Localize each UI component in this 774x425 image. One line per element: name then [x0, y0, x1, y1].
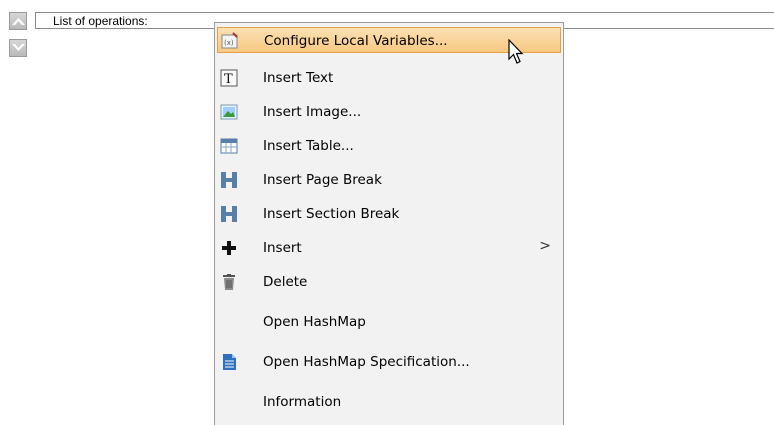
plus-icon: [222, 241, 236, 255]
menu-item-insert-image[interactable]: Insert Image...: [217, 99, 561, 125]
menu-item-label: Insert Image...: [263, 104, 362, 120]
section-break-icon: [221, 206, 237, 222]
menu-item-insert-text[interactable]: T Insert Text: [217, 65, 561, 91]
table-icon: [220, 138, 238, 154]
menu-item-open-hashmap-specification[interactable]: Open HashMap Specification...: [217, 349, 561, 375]
submenu-arrow-icon: >: [539, 238, 551, 254]
mouse-cursor-icon: [508, 39, 524, 64]
menu-item-label: Open HashMap Specification...: [263, 354, 470, 370]
operations-list-label: List of operations:: [53, 14, 148, 28]
svg-text:T: T: [224, 72, 233, 87]
menu-item-label: Information: [263, 394, 342, 410]
menu-item-label: Open HashMap: [263, 314, 366, 330]
menu-item-open-hashmap[interactable]: Open HashMap: [217, 309, 561, 335]
variables-icon: (x): [221, 32, 238, 49]
image-icon: [220, 104, 238, 120]
chevron-down-icon: [12, 44, 25, 51]
menu-item-label: Insert Table...: [263, 138, 354, 154]
trash-icon: [223, 274, 235, 290]
menu-item-insert-section-break[interactable]: Insert Section Break: [217, 201, 561, 227]
menu-item-label: Insert: [263, 240, 302, 256]
menu-item-insert[interactable]: Insert >: [217, 235, 561, 261]
menu-item-insert-page-break[interactable]: Insert Page Break: [217, 167, 561, 193]
menu-item-label: Insert Page Break: [263, 172, 382, 188]
move-up-button[interactable]: [9, 12, 27, 30]
menu-item-information[interactable]: Information: [217, 389, 561, 415]
move-down-button[interactable]: [9, 39, 27, 57]
menu-item-insert-table[interactable]: Insert Table...: [217, 133, 561, 159]
menu-item-label: Insert Text: [263, 70, 334, 86]
context-menu: (x) Configure Local Variables... T Inser…: [214, 22, 564, 425]
text-icon: T: [220, 69, 238, 87]
svg-text:(x): (x): [224, 39, 234, 47]
menu-item-label: Configure Local Variables...: [264, 33, 448, 49]
document-icon: [223, 354, 236, 370]
menu-item-label: Delete: [263, 274, 308, 290]
chevron-up-icon: [12, 18, 25, 25]
page-break-icon: [221, 172, 237, 188]
menu-item-delete[interactable]: Delete: [217, 269, 561, 295]
menu-item-label: Insert Section Break: [263, 206, 400, 222]
